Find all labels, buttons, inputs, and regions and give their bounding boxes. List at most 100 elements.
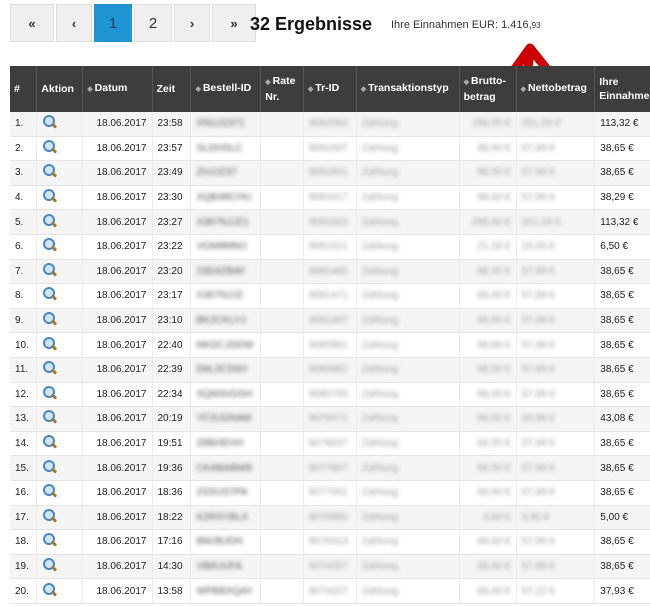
- row-type-value: Zahlung: [361, 142, 398, 154]
- table-row: 17. 18.06.2017 18:22 K2RSYBLX 9076880 Zahlung…: [10, 505, 650, 531]
- row-action[interactable]: [36, 431, 84, 457]
- row-number: 11.: [10, 357, 38, 383]
- row-action[interactable]: [36, 234, 84, 260]
- next-page-button[interactable]: ›: [174, 4, 210, 42]
- col-header-net[interactable]: ◆ Nettobetrag: [516, 66, 596, 112]
- magnifier-icon[interactable]: [42, 336, 58, 351]
- row-action[interactable]: [36, 259, 84, 285]
- sort-icon: ◆: [307, 86, 314, 93]
- row-action[interactable]: [36, 554, 84, 580]
- magnifier-icon[interactable]: [42, 582, 58, 597]
- row-action[interactable]: [36, 357, 84, 383]
- row-action[interactable]: [36, 505, 84, 531]
- table-row: 3. 18.06.2017 23:49 ZHJJZ37 9081601 Zahlung 98…: [10, 160, 650, 186]
- row-type-value: Zahlung: [361, 216, 398, 228]
- row-net-value: 4,80 €: [521, 511, 550, 523]
- row-earnings-value: 38,65 €: [600, 290, 634, 302]
- row-type: Zahlung: [356, 112, 460, 137]
- row-action[interactable]: [36, 283, 84, 309]
- row-type: Zahlung: [356, 529, 460, 555]
- row-type: Zahlung: [356, 234, 460, 260]
- page-2-button[interactable]: 2: [134, 4, 172, 42]
- magnifier-icon[interactable]: [42, 189, 58, 203]
- row-order-id-value: 2SSUS7PA: [196, 487, 248, 499]
- magnifier-icon[interactable]: [42, 213, 58, 228]
- magnifier-icon[interactable]: [42, 459, 58, 474]
- table-row: 2. 18.06.2017 23:57 SLDHSLC 9081607 Zahlung 98…: [10, 136, 650, 162]
- row-rate: [260, 185, 304, 211]
- first-page-button[interactable]: «: [10, 4, 54, 42]
- row-action[interactable]: [36, 185, 84, 211]
- row-earnings: 113,32 €: [594, 112, 650, 137]
- row-gross-value: 68,00 €: [477, 265, 511, 277]
- row-number-value: 5.: [15, 216, 24, 228]
- row-action[interactable]: [36, 480, 84, 506]
- row-action[interactable]: [36, 136, 84, 162]
- row-type-value: Zahlung: [361, 585, 398, 597]
- magnifier-icon[interactable]: [42, 533, 58, 548]
- prev-page-button[interactable]: ‹: [56, 4, 92, 42]
- magnifier-icon[interactable]: [42, 312, 58, 326]
- row-number: 14.: [10, 431, 38, 457]
- row-action[interactable]: [36, 406, 84, 432]
- sort-icon: ◆: [195, 86, 201, 93]
- row-tr-id-value: 9081471: [308, 290, 348, 302]
- magnifier-icon[interactable]: [42, 238, 58, 252]
- magnifier-icon[interactable]: [42, 410, 58, 425]
- row-date: 18.06.2017: [82, 357, 153, 383]
- row-action[interactable]: [36, 382, 84, 408]
- magnifier-icon[interactable]: [42, 557, 58, 572]
- row-gross: 21,18 €: [459, 234, 517, 260]
- row-net: 57,99 €: [516, 455, 596, 481]
- row-action[interactable]: [36, 209, 84, 235]
- magnifier-icon[interactable]: [42, 139, 58, 154]
- page-1-button[interactable]: 1: [94, 4, 132, 42]
- col-header-gross[interactable]: ◆ Brutto-betrag: [459, 66, 517, 112]
- row-net: 57,99 €: [516, 160, 596, 186]
- row-order-id-value: 23D3ZBAF: [196, 265, 246, 277]
- row-number: 2.: [10, 136, 38, 162]
- row-type-value: Zahlung: [361, 487, 398, 499]
- row-tr-id-value: 9080881: [308, 364, 348, 376]
- col-header-rate[interactable]: ◆ Rate Nr.: [260, 66, 304, 112]
- row-action[interactable]: [36, 529, 84, 555]
- row-type: Zahlung: [356, 357, 460, 383]
- col-header-time[interactable]: Zeit: [152, 66, 192, 112]
- col-header-date[interactable]: ◆ Datum: [82, 66, 153, 112]
- row-gross: 68,00 €: [459, 382, 517, 408]
- row-time-value: 22:39: [157, 364, 183, 376]
- magnifier-icon[interactable]: [42, 115, 58, 129]
- row-action[interactable]: [36, 455, 84, 481]
- col-header-type[interactable]: ◆ Transaktionstyp: [356, 66, 460, 112]
- col-header-order-id[interactable]: ◆ Bestell-ID: [190, 66, 262, 112]
- row-action[interactable]: [36, 160, 84, 186]
- row-time-value: 23:20: [157, 265, 183, 277]
- magnifier-icon[interactable]: [42, 361, 58, 375]
- table-row: 6. 18.06.2017 23:22 VGM8MMJ 9081521 Zahlung 21…: [10, 234, 650, 260]
- row-date: 18.06.2017: [82, 554, 153, 580]
- magnifier-icon[interactable]: [42, 164, 58, 179]
- magnifier-icon[interactable]: [42, 287, 58, 302]
- row-net-value: 57,99 €: [521, 192, 555, 204]
- magnifier-icon[interactable]: [42, 435, 58, 449]
- row-action[interactable]: [36, 308, 84, 334]
- row-type-value: Zahlung: [361, 413, 398, 425]
- row-net: 57,99 €: [516, 480, 596, 506]
- row-action[interactable]: [36, 332, 84, 358]
- row-action[interactable]: [36, 578, 84, 604]
- magnifier-icon[interactable]: [42, 262, 58, 277]
- col-header-tr-id[interactable]: ◆ Tr-ID: [303, 66, 357, 112]
- row-time: 17:16: [152, 529, 192, 555]
- income-amount-main: 1.416,: [501, 19, 532, 31]
- magnifier-icon[interactable]: [42, 508, 58, 523]
- row-action[interactable]: [36, 112, 84, 137]
- col-header-earnings[interactable]: Ihre Einnahmen: [594, 66, 650, 112]
- row-order-id: X367NJJZ: [190, 283, 262, 309]
- table-row: 9. 18.06.2017 23:10 BK2CKLYJ 9081337 Zahlung 6…: [10, 308, 650, 334]
- row-gross: 98,00 €: [459, 136, 517, 162]
- magnifier-icon[interactable]: [42, 484, 58, 498]
- magnifier-icon[interactable]: [42, 385, 58, 400]
- row-net-value: 57,99 €: [521, 142, 555, 154]
- row-earnings-value: 113,32 €: [600, 118, 639, 130]
- col-header-gross-label: Brutto-betrag: [463, 75, 506, 103]
